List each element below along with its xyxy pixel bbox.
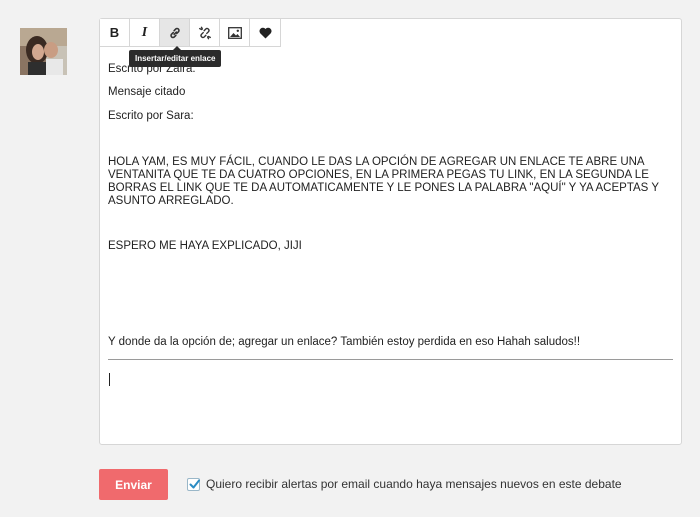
bold-button[interactable]: B bbox=[100, 19, 130, 46]
email-alert-option: Quiero recibir alertas por email cuando … bbox=[187, 477, 622, 491]
checkmark-icon bbox=[189, 479, 200, 488]
link-icon bbox=[169, 27, 180, 38]
quoted-closing: ESPERO ME HAYA EXPLICADO, JIJI bbox=[108, 240, 302, 252]
heart-icon bbox=[258, 27, 272, 38]
email-alert-label[interactable]: Quiero recibir alertas por email cuando … bbox=[206, 477, 622, 491]
reply-text: Y donde da la opción de; agregar un enla… bbox=[108, 336, 581, 348]
unlink-icon bbox=[198, 26, 211, 39]
insert-image-button[interactable] bbox=[220, 19, 250, 46]
text-cursor bbox=[109, 373, 110, 386]
quote-author-sara: Escrito por Sara: bbox=[108, 110, 194, 122]
quoted-message-label: Mensaje citado bbox=[108, 86, 186, 98]
image-icon bbox=[227, 26, 242, 39]
quoted-paragraph: HOLA YAM, ES MUY FÁCIL, CUANDO LE DAS LA… bbox=[108, 156, 659, 207]
insert-link-button[interactable] bbox=[160, 19, 190, 46]
email-alert-checkbox[interactable] bbox=[187, 477, 200, 491]
user-avatar bbox=[20, 28, 67, 75]
quote-divider bbox=[108, 359, 673, 360]
editor-toolbar: B I bbox=[100, 19, 281, 47]
italic-button[interactable]: I bbox=[130, 19, 160, 46]
send-button[interactable]: Enviar bbox=[99, 469, 168, 500]
emoji-button[interactable] bbox=[250, 19, 280, 46]
message-editor[interactable]: B I Insertar/editar enlace Escrito por Z… bbox=[99, 18, 682, 445]
link-tooltip: Insertar/editar enlace bbox=[129, 46, 222, 67]
remove-link-button[interactable] bbox=[190, 19, 220, 46]
